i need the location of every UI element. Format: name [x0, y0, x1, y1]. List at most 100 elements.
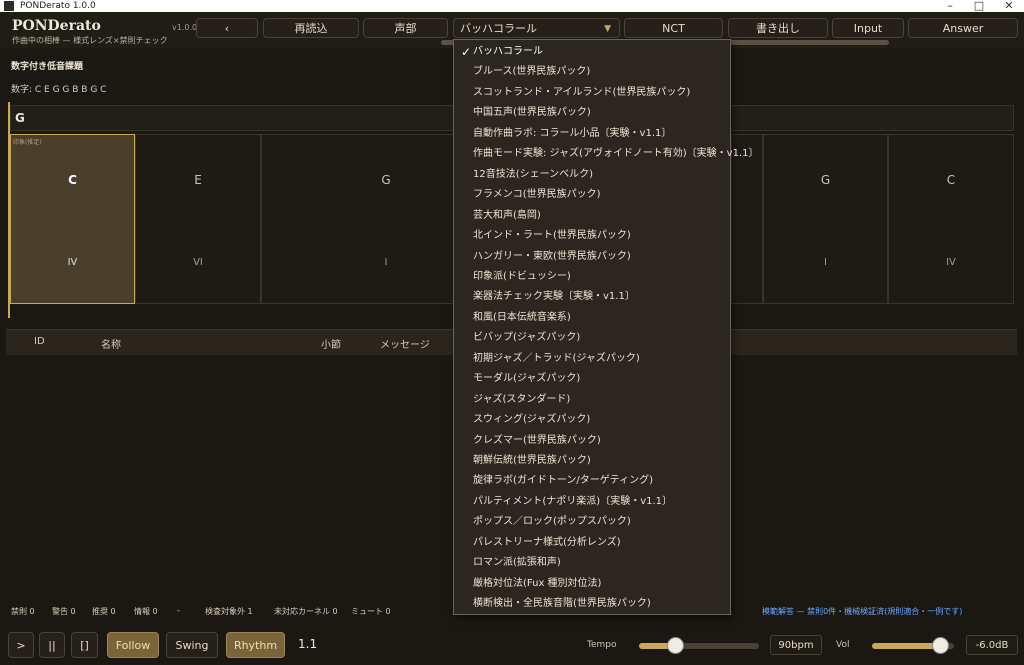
dropdown-option[interactable]: スウィング(ジャズパック) [455, 410, 729, 430]
dropdown-option-label: スコットランド・アイルランド(世界民族パック) [473, 86, 691, 98]
roman-numeral: IV [67, 257, 78, 268]
volume-slider[interactable] [872, 638, 954, 653]
dropdown-option[interactable]: 楽器法チェック実験〔実験・v1.1〕 [455, 287, 729, 307]
chevron-down-icon: ▼ [604, 24, 611, 34]
dropdown-option[interactable]: クレズマー(世界民族パック) [455, 431, 729, 451]
dropdown-option[interactable]: パレストリーナ様式(分析レンズ) [455, 533, 729, 553]
dropdown-option[interactable]: ポップス／ロック(ポップスパック) [455, 512, 729, 532]
stop-button[interactable]: [] [71, 632, 98, 658]
col-header-id[interactable]: ID [34, 336, 45, 347]
maximize-icon[interactable]: □ [964, 0, 994, 12]
dropdown-option[interactable]: ハンガリー・東欧(世界民族パック) [455, 247, 729, 267]
dropdown-option[interactable]: 横断検出・全民族音階(世界民族パック) [455, 594, 729, 614]
dropdown-option[interactable]: 芸大和声(島岡) [455, 206, 729, 226]
dropdown-option[interactable]: スコットランド・アイルランド(世界民族パック) [455, 83, 729, 103]
dropdown-option[interactable]: ロマン派(拡張和声) [455, 553, 729, 573]
dropdown-option-label: ポップス／ロック(ポップスパック) [473, 516, 631, 528]
dropdown-option-label: 12音技法(シェーンベルク) [473, 168, 594, 180]
dropdown-option[interactable]: 中国五声(世界民族パック) [455, 103, 729, 123]
dropdown-option[interactable]: 和風(日本伝統音楽系) [455, 308, 729, 328]
play-button[interactable]: > [8, 632, 34, 658]
app-version: v1.0.0 [172, 23, 198, 32]
dropdown-option-label: 中国五声(世界民族パック) [473, 107, 591, 119]
col-header-message[interactable]: メッセージ [380, 336, 430, 351]
dropdown-option[interactable]: ビバップ(ジャズパック) [455, 328, 729, 348]
chord-cell[interactable]: C IV [888, 134, 1014, 304]
back-button[interactable]: ‹ [196, 18, 258, 38]
col-header-measure[interactable]: 小節 [321, 336, 341, 351]
close-icon[interactable]: ✕ [994, 0, 1024, 12]
volume-slider-fill [872, 643, 941, 649]
dropdown-option[interactable]: 初期ジャズ／トラッド(ジャズパック) [455, 349, 729, 369]
chord-name: E [194, 173, 202, 187]
chord-cell[interactable]: E VI [135, 134, 261, 304]
volume-value: -6.0dB [966, 635, 1018, 655]
stat-info: 情報 0 [134, 607, 158, 616]
stat-forbidden: 禁則 0 [11, 607, 35, 616]
dropdown-option-label: ビバップ(ジャズパック) [473, 332, 581, 344]
roman-numeral: VI [193, 257, 203, 268]
dropdown-option[interactable]: ブルース(世界民族パック) [455, 62, 729, 82]
style-select[interactable]: バッハコラール ▼ [453, 18, 620, 38]
pause-button[interactable]: || [39, 632, 65, 658]
dropdown-option-label: 作曲モード実験: ジャズ(アヴォイドノート有効)〔実験・v1.1〕 [473, 148, 759, 160]
dropdown-option[interactable]: 作曲モード実験: ジャズ(アヴォイドノート有効)〔実験・v1.1〕 [455, 144, 758, 164]
volume-slider-handle[interactable] [933, 638, 949, 653]
dropdown-option[interactable]: 朝鮮伝統(世界民族パック) [455, 451, 729, 471]
dropdown-option[interactable]: パルティメント(ナポリ楽派)〔実験・v1.1〕 [455, 492, 729, 512]
chord-name: C [68, 173, 77, 187]
dropdown-option[interactable]: 印象派(ドビュッシー) [455, 267, 729, 287]
stat-separator: - [177, 606, 180, 615]
dropdown-option[interactable]: フラメンコ(世界民族パック) [455, 185, 729, 205]
dropdown-option-label: ブルース(世界民族パック) [473, 66, 591, 78]
dropdown-option-label: ロマン派(拡張和声) [473, 557, 561, 569]
tempo-slider[interactable] [639, 638, 759, 653]
dropdown-option[interactable]: 厳格対位法(Fux 種別対位法) [455, 574, 729, 594]
tempo-value: 90bpm [770, 635, 822, 655]
stat-mute: ミュート 0 [351, 607, 391, 616]
stat-recommend: 推奨 0 [92, 607, 116, 616]
roman-numeral: I [824, 257, 827, 268]
roman-numeral: IV [946, 257, 956, 268]
follow-toggle[interactable]: Follow [107, 632, 159, 658]
chord-cell[interactable]: G I [763, 134, 888, 304]
col-header-name[interactable]: 名称 [101, 336, 121, 351]
swing-toggle[interactable]: Swing [166, 632, 218, 658]
checkmark-icon: ✓ [461, 45, 472, 59]
dropdown-option[interactable]: 自動作曲ラボ: コラール小品〔実験・v1.1〕 [455, 124, 729, 144]
legal-note: 模範解答 — 禁則0件・機械検証済(規則適合・一例です) [762, 607, 963, 616]
dropdown-option[interactable]: モーダル(ジャズパック) [455, 369, 729, 389]
answer-button[interactable]: Answer [908, 18, 1018, 38]
dropdown-option-label: 初期ジャズ／トラッド(ジャズパック) [473, 352, 640, 364]
dropdown-option[interactable]: 旋律ラボ(ガイドトーン/ターゲティング) [455, 471, 729, 491]
dropdown-option-label: フラメンコ(世界民族パック) [473, 189, 601, 201]
chord-name: G [820, 173, 831, 187]
dropdown-option[interactable]: 北インド・ラート(世界民族パック) [455, 226, 729, 246]
app-brand: PONDerato [12, 18, 101, 34]
dropdown-option[interactable]: ✓ バッハコラール [455, 42, 729, 62]
window-title: PONDerato 1.0.0 [20, 1, 96, 11]
dropdown-option-label: 厳格対位法(Fux 種別対位法) [473, 577, 602, 589]
dropdown-option-label: パルティメント(ナポリ楽派)〔実験・v1.1〕 [473, 495, 673, 507]
minimize-icon[interactable]: – [935, 0, 965, 12]
export-button[interactable]: 書き出し [728, 18, 828, 38]
dropdown-option-label: 旋律ラボ(ガイドトーン/ターゲティング) [473, 475, 654, 487]
dropdown-option-label: 和風(日本伝統音楽系) [473, 311, 571, 323]
rhythm-toggle[interactable]: Rhythm [226, 632, 285, 658]
input-button[interactable]: Input [832, 18, 904, 38]
dropdown-option[interactable]: ジャズ(スタンダード) [455, 390, 729, 410]
chord-cell[interactable]: 印象(推定) C IV [10, 134, 135, 304]
reload-button[interactable]: 再読込 [263, 18, 359, 38]
section-title: 数字付き低音課題 [11, 62, 84, 72]
dropdown-option-label: バッハコラール [473, 46, 543, 57]
dropdown-option[interactable]: 12音技法(シェーンベルク) [455, 165, 729, 185]
nct-button[interactable]: NCT [624, 18, 723, 38]
dropdown-option-label: ジャズ(スタンダード) [473, 393, 571, 405]
chord-cell-tag: 印象(推定) [13, 139, 42, 146]
dropdown-option-label: ハンガリー・東欧(世界民族パック) [473, 250, 631, 262]
dropdown-option-label: 芸大和声(島岡) [473, 209, 541, 221]
voices-button[interactable]: 声部 [363, 18, 448, 38]
dropdown-option-label: クレズマー(世界民族パック) [473, 434, 601, 446]
tempo-slider-handle[interactable] [668, 638, 683, 653]
style-select-value: バッハコラール [460, 22, 537, 35]
